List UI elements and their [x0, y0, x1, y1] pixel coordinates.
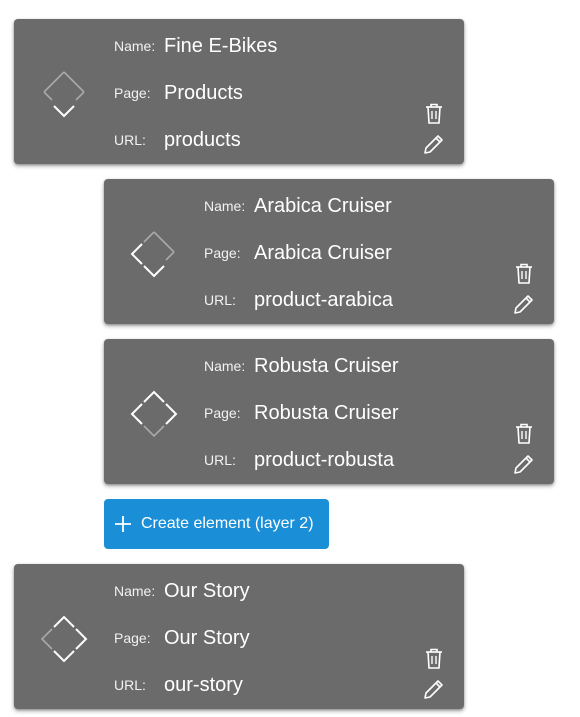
name-label: Name:	[114, 583, 156, 599]
url-value: products	[164, 128, 241, 151]
page-row: Page: Robusta Cruiser	[204, 398, 399, 428]
url-label: URL:	[114, 677, 146, 693]
url-label: URL:	[114, 132, 146, 148]
trash-icon[interactable]	[513, 262, 535, 286]
menu-item-card: Name: Arabica Cruiser Page: Arabica Crui…	[104, 179, 554, 324]
collapse-expand-icon[interactable]	[36, 66, 92, 122]
url-row: URL: our-story	[114, 670, 243, 700]
url-row: URL: product-robusta	[204, 445, 394, 475]
menu-item-card: Name: Fine E-Bikes Page: Products URL: p…	[14, 19, 464, 164]
plus-icon	[115, 516, 131, 532]
url-label: URL:	[204, 452, 236, 468]
url-value: product-robusta	[254, 448, 395, 471]
page-row: Page: Products	[114, 78, 243, 108]
pencil-icon[interactable]	[422, 132, 446, 156]
trash-icon[interactable]	[423, 647, 445, 671]
url-value: our-story	[164, 673, 243, 696]
name-row: Name: Our Story	[114, 576, 250, 606]
name-row: Name: Robusta Cruiser	[204, 351, 399, 381]
pencil-icon[interactable]	[512, 452, 536, 476]
url-value: product-arabica	[254, 288, 393, 311]
menu-item-card: Name: Robusta Cruiser Page: Robusta Crui…	[104, 339, 554, 484]
page-value: Products	[164, 81, 243, 104]
name-value: Fine E-Bikes	[164, 34, 278, 57]
page-value: Arabica Cruiser	[254, 241, 392, 264]
trash-icon[interactable]	[513, 422, 535, 446]
pencil-icon[interactable]	[422, 677, 446, 701]
collapse-expand-icon[interactable]	[36, 611, 92, 667]
page-label: Page:	[204, 405, 241, 421]
trash-icon[interactable]	[423, 102, 445, 126]
name-value: Robusta Cruiser	[254, 354, 399, 377]
pencil-icon[interactable]	[512, 292, 536, 316]
name-value: Our Story	[164, 579, 250, 602]
collapse-expand-icon[interactable]	[126, 226, 182, 282]
name-value: Arabica Cruiser	[254, 194, 392, 217]
name-label: Name:	[114, 38, 156, 54]
url-row: URL: product-arabica	[204, 285, 393, 315]
page-row: Page: Our Story	[114, 623, 250, 653]
name-label: Name:	[204, 198, 246, 214]
page-label: Page:	[114, 85, 151, 101]
create-element-button[interactable]: Create element (layer 2)	[104, 499, 329, 549]
page-label: Page:	[204, 245, 241, 261]
name-label: Name:	[204, 358, 246, 374]
name-row: Name: Arabica Cruiser	[204, 191, 392, 221]
create-element-label: Create element (layer 2)	[141, 515, 314, 532]
url-label: URL:	[204, 292, 236, 308]
collapse-expand-icon[interactable]	[126, 386, 182, 442]
page-value: Robusta Cruiser	[254, 401, 399, 424]
menu-editor: Name: Fine E-Bikes Page: Products URL: p…	[0, 0, 580, 717]
name-row: Name: Fine E-Bikes	[114, 31, 277, 61]
page-value: Our Story	[164, 626, 250, 649]
page-label: Page:	[114, 630, 151, 646]
url-row: URL: products	[114, 125, 241, 155]
menu-item-card: Name: Our Story Page: Our Story URL: our…	[14, 564, 464, 709]
page-row: Page: Arabica Cruiser	[204, 238, 392, 268]
